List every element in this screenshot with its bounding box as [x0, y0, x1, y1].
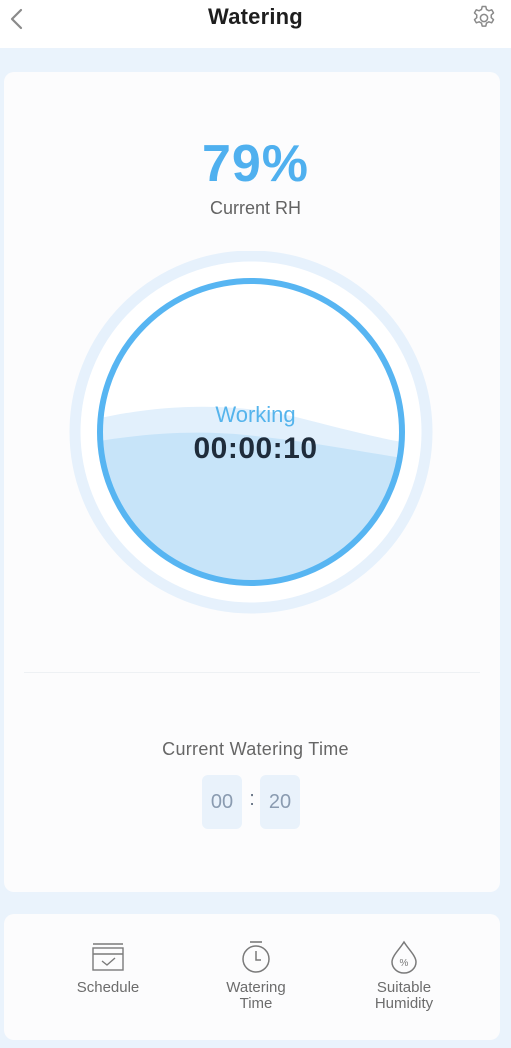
humidity-value: 79%	[201, 135, 310, 193]
top-bar: Watering	[0, 0, 511, 48]
nav-item-suitable-humidity[interactable]: % Suitable Humidity	[344, 914, 464, 1040]
settings-button[interactable]	[470, 4, 498, 32]
humidity-label: Current RH	[209, 198, 302, 218]
gear-icon	[473, 5, 495, 27]
divider	[24, 672, 480, 673]
bottom-nav: Schedule Watering Time % Suitable Humidity	[4, 914, 500, 1040]
calendar-check-icon	[92, 943, 124, 971]
svg-text:%: %	[400, 958, 409, 969]
nav-item-watering-time[interactable]: Watering Time	[196, 914, 316, 1040]
watering-time-label: Current Watering Time	[162, 739, 349, 759]
elapsed-timer: 00:00:10	[193, 432, 318, 465]
nav-label-schedule: Schedule	[76, 979, 140, 996]
watering-status: Working	[215, 402, 296, 427]
time-separator: :	[249, 788, 255, 810]
minutes-box[interactable]: 00	[202, 775, 242, 829]
page-title: Watering	[208, 4, 303, 29]
nav-label-suitable-humidity: Suitable Humidity	[374, 979, 434, 1012]
nav-item-schedule[interactable]: Schedule	[48, 914, 168, 1040]
stopwatch-icon	[242, 941, 270, 973]
seconds-box[interactable]: 20	[260, 775, 300, 829]
nav-label-watering-time: Watering Time	[226, 979, 286, 1012]
humidity-drop-icon: %	[391, 940, 417, 974]
